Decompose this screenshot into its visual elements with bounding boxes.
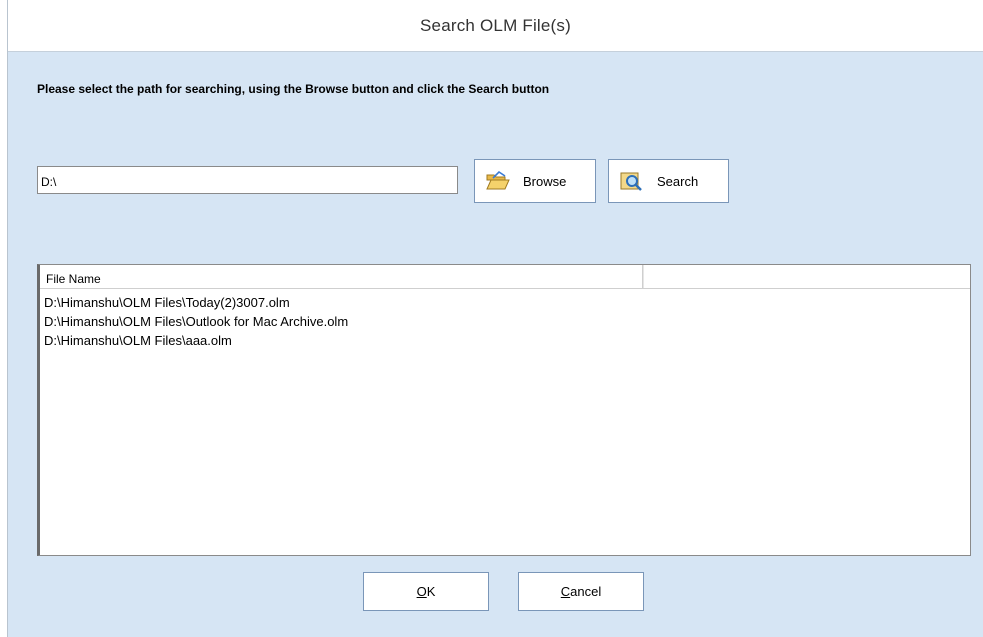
list-item[interactable]: D:\Himanshu\OLM Files\Outlook for Mac Ar…: [40, 312, 970, 331]
search-olm-dialog: Search OLM File(s) Please select the pat…: [7, 0, 983, 637]
title-bar: Search OLM File(s): [8, 0, 983, 52]
list-item[interactable]: D:\Himanshu\OLM Files\aaa.olm: [40, 331, 970, 350]
ok-label-rest: K: [426, 584, 436, 599]
cancel-mnemonic: C: [560, 584, 571, 599]
instruction-text: Please select the path for searching, us…: [37, 82, 550, 96]
search-button[interactable]: Search: [608, 159, 729, 203]
cancel-button[interactable]: Cancel: [518, 572, 644, 611]
folder-open-icon: [486, 170, 510, 190]
file-list[interactable]: File Name D:\Himanshu\OLM Files\Today(2)…: [37, 264, 971, 556]
dialog-title: Search OLM File(s): [420, 15, 571, 35]
browse-button[interactable]: Browse: [474, 159, 596, 203]
cancel-label-rest: ancel: [570, 584, 602, 599]
path-input[interactable]: [37, 166, 458, 194]
column-file-name[interactable]: File Name: [40, 265, 644, 288]
ok-button[interactable]: OK: [363, 572, 489, 611]
list-item[interactable]: D:\Himanshu\OLM Files\Today(2)3007.olm: [40, 293, 970, 312]
list-body: D:\Himanshu\OLM Files\Today(2)3007.olm D…: [40, 289, 970, 350]
browse-button-label: Browse: [523, 173, 567, 189]
search-button-label: Search: [657, 173, 699, 189]
search-icon: [620, 172, 642, 191]
column-extra[interactable]: [643, 265, 970, 288]
list-header: File Name: [40, 265, 970, 289]
ok-mnemonic: O: [416, 584, 427, 599]
